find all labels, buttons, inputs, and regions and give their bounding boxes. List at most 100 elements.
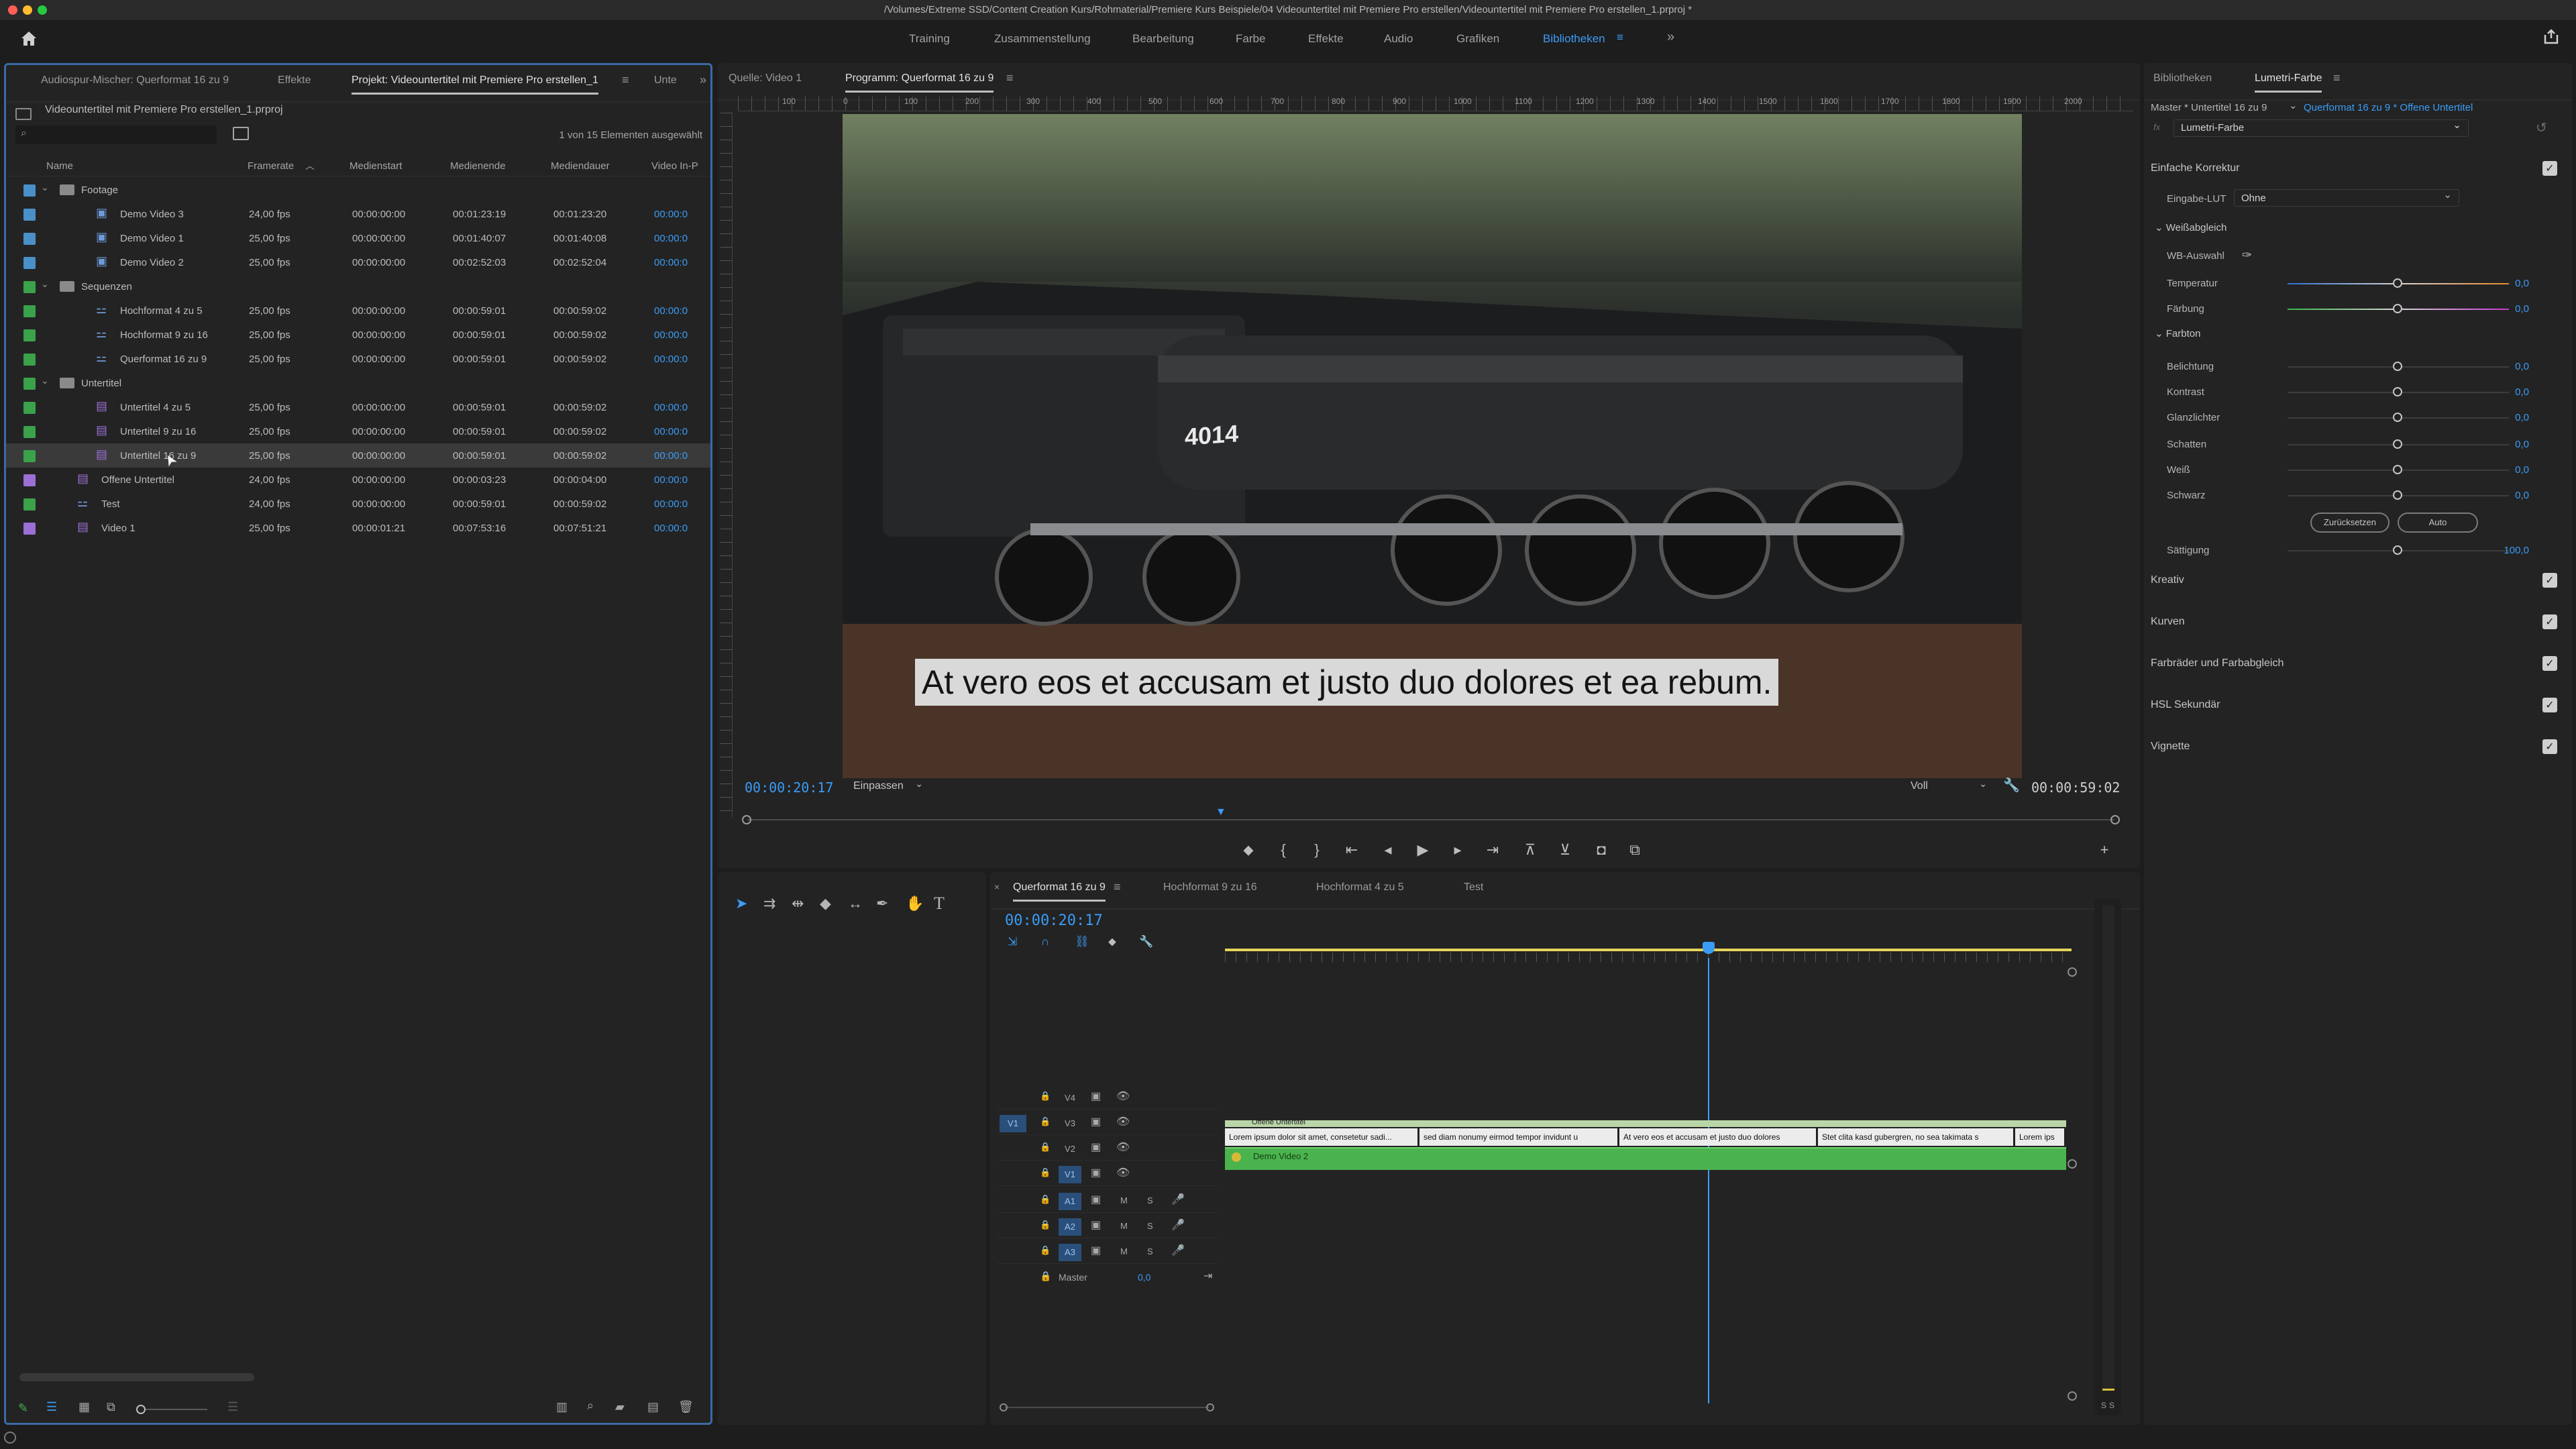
workspace-bibliotheken[interactable]: Bibliotheken: [1543, 32, 1605, 46]
tab-lumetri-farbe[interactable]: Lumetri-Farbe: [2255, 72, 2322, 93]
slider-knob[interactable]: [2393, 387, 2402, 396]
section-kurven[interactable]: Kurven ✓: [2151, 609, 2567, 636]
new-bin-from-search-icon[interactable]: [233, 127, 249, 140]
subtitle-clip[interactable]: Stet clita kasd gubergren, no sea takima…: [1818, 1128, 2015, 1146]
workspace-bearbeitung[interactable]: Bearbeitung: [1132, 32, 1194, 46]
work-area-bar[interactable]: [1225, 949, 2072, 951]
program-video-frame[interactable]: 4014 At vero eos et accusam et justo duo…: [843, 114, 2022, 778]
section-einfache-korrektur[interactable]: Einfache Korrektur ✓: [2151, 156, 2567, 182]
close-window-button[interactable]: [8, 5, 17, 15]
label-color-swatch[interactable]: [23, 329, 36, 341]
master-jump-icon[interactable]: ⇥: [1203, 1269, 1212, 1283]
disclosure-triangle-icon[interactable]: ⌄: [41, 375, 49, 386]
automate-to-sequence-icon[interactable]: ▥: [556, 1400, 568, 1414]
workspace-zusammenstellung[interactable]: Zusammenstellung: [994, 32, 1091, 46]
settings-wrench-icon[interactable]: 🔧: [2003, 777, 2020, 794]
bin-row[interactable]: ⌄ Sequenzen: [6, 274, 710, 299]
disclosure-triangle-icon[interactable]: ⌄: [41, 182, 49, 193]
timeline-zoom-right-handle[interactable]: [1206, 1403, 1214, 1411]
linked-selection-icon[interactable]: ⛓: [1075, 935, 1089, 949]
workspace-training[interactable]: Training: [909, 32, 950, 46]
add-marker-icon[interactable]: ⬥: [1108, 935, 1116, 949]
zoom-slider[interactable]: [136, 1405, 207, 1414]
snap-magnet-icon[interactable]: ∩: [1041, 935, 1049, 949]
label-color-swatch[interactable]: [23, 305, 36, 317]
solo-left-button[interactable]: S: [2101, 1401, 2106, 1410]
sync-lock-icon[interactable]: ▣: [1091, 1193, 1101, 1206]
track-select-tool-icon[interactable]: ⇉: [763, 895, 775, 912]
label-color-swatch[interactable]: [23, 474, 36, 486]
subtitle-clip[interactable]: Lorem ipsum dolor sit amet, consetetur s…: [1225, 1128, 1419, 1146]
slider-value[interactable]: 0,0: [2515, 439, 2529, 450]
chevron-down-icon[interactable]: ⌄: [2289, 99, 2298, 111]
disclosure-triangle-icon[interactable]: ⌄: [41, 278, 49, 290]
section-weissabgleich[interactable]: ⌄ Weißabgleich: [2155, 221, 2226, 233]
step-forward-icon[interactable]: ▸: [1448, 840, 1468, 860]
tab-projekt[interactable]: Projekt: Videountertitel mit Premiere Pr…: [352, 74, 598, 95]
effect-instance-select[interactable]: Lumetri-Farbe ⌄: [2174, 119, 2469, 137]
lock-icon[interactable]: 🔒: [1040, 1271, 1051, 1282]
solo-button[interactable]: S: [1147, 1246, 1153, 1256]
lock-icon[interactable]: 🔒: [1040, 1116, 1051, 1127]
home-icon[interactable]: [19, 28, 39, 48]
project-item-row[interactable]: ▣ Demo Video 3 24,00 fps 00:00:00:00 00:01:2…: [6, 202, 710, 226]
add-marker-icon[interactable]: ⬥: [1238, 840, 1258, 860]
mini-timeline-end-handle[interactable]: [2110, 815, 2120, 824]
go-to-in-icon[interactable]: ⇤: [1342, 840, 1362, 860]
lumetri-menu-icon[interactable]: ≡: [2333, 71, 2341, 85]
tab-audiospur-mischer[interactable]: Audiospur-Mischer: Querformat 16 zu 9: [41, 74, 229, 87]
subtitle-clip[interactable]: sed diam nonumy eirmod tempor invidunt u: [1419, 1128, 1619, 1146]
freeform-view-icon[interactable]: ⧉: [107, 1400, 115, 1414]
ripple-edit-tool-icon[interactable]: ⇹: [792, 895, 804, 912]
sync-lock-icon[interactable]: ▣: [1091, 1166, 1101, 1179]
step-back-icon[interactable]: ◂: [1378, 840, 1398, 860]
tab-untertitel[interactable]: Unte: [654, 74, 677, 87]
subtitle-clip[interactable]: At vero eos et accusam et justo duo dolo…: [1619, 1128, 1818, 1146]
monitor-mini-timeline[interactable]: ▼: [742, 806, 2120, 826]
track-target-toggle[interactable]: V1: [1059, 1166, 1081, 1183]
label-color-swatch[interactable]: [23, 378, 36, 390]
project-item-row[interactable]: ▤ Video 1 25,00 fps 00:00:01:21 00:07:53:16 0…: [6, 516, 710, 540]
share-icon[interactable]: [2542, 28, 2560, 46]
label-color-swatch[interactable]: [23, 209, 36, 221]
disclosure-triangle-icon[interactable]: ⌄: [2155, 328, 2166, 339]
slider-value[interactable]: 0,0: [2515, 464, 2529, 476]
subtitle-overlay[interactable]: At vero eos et accusam et justo duo dolo…: [915, 659, 1779, 706]
col-medienende[interactable]: Medienende: [450, 160, 506, 172]
button-editor-plus-icon[interactable]: +: [2094, 840, 2114, 860]
play-icon[interactable]: ▶: [1413, 840, 1433, 860]
track-resize-handle-middle[interactable]: [2068, 1159, 2077, 1169]
eye-icon[interactable]: 👁: [1116, 1140, 1130, 1154]
track-target-toggle[interactable]: V4: [1059, 1089, 1081, 1107]
slider-knob[interactable]: [2393, 545, 2402, 555]
project-item-row[interactable]: ▤ Untertitel 16 zu 9 25,00 fps 00:00:00:00 0…: [6, 443, 710, 468]
slider-knob[interactable]: [2393, 490, 2402, 500]
slider-knob[interactable]: [2393, 304, 2402, 313]
eye-icon[interactable]: 👁: [1116, 1089, 1130, 1103]
fx-toggle-icon[interactable]: fx: [2153, 122, 2160, 132]
project-item-row[interactable]: ⚍ Querformat 16 zu 9 25,00 fps 00:00:00:00 0…: [6, 347, 710, 371]
lock-icon[interactable]: 🔒: [1040, 1091, 1051, 1102]
sync-lock-icon[interactable]: ▣: [1091, 1244, 1101, 1257]
write-protect-pencil-icon[interactable]: ✎: [18, 1401, 28, 1415]
project-item-row[interactable]: ⚍ Hochformat 4 zu 5 25,00 fps 00:00:00:00 00…: [6, 299, 710, 323]
eye-icon[interactable]: 👁: [1116, 1166, 1130, 1179]
workspace-effekte[interactable]: Effekte: [1308, 32, 1344, 46]
section-enabled-checkbox[interactable]: ✓: [2542, 656, 2557, 671]
section-kreativ[interactable]: Kreativ ✓: [2151, 568, 2567, 594]
section-hsl-sekundaer[interactable]: HSL Sekundär ✓: [2151, 692, 2567, 719]
project-item-row[interactable]: ⚍ Test 24,00 fps 00:00:00:00 00:00:59:01 00:0…: [6, 492, 710, 516]
col-video-in[interactable]: Video In-P: [651, 160, 698, 172]
lock-icon[interactable]: 🔒: [1040, 1245, 1051, 1256]
section-enabled-checkbox[interactable]: ✓: [2542, 161, 2557, 176]
timeline-menu-icon[interactable]: ≡: [1114, 880, 1121, 894]
mini-playhead-icon[interactable]: ▼: [1216, 806, 1226, 818]
project-item-row[interactable]: ▣ Demo Video 1 25,00 fps 00:00:00:00 00:01:4…: [6, 226, 710, 250]
slider-value[interactable]: 0,0: [2515, 386, 2529, 398]
type-tool-icon[interactable]: T: [934, 894, 945, 914]
tab-sequence-hochformat-4-5[interactable]: Hochformat 4 zu 5: [1316, 881, 1404, 894]
slider-value[interactable]: 0,0: [2515, 490, 2529, 501]
label-color-swatch[interactable]: [23, 426, 36, 438]
bin-row[interactable]: ⌄ Footage: [6, 178, 710, 202]
section-enabled-checkbox[interactable]: ✓: [2542, 739, 2557, 754]
